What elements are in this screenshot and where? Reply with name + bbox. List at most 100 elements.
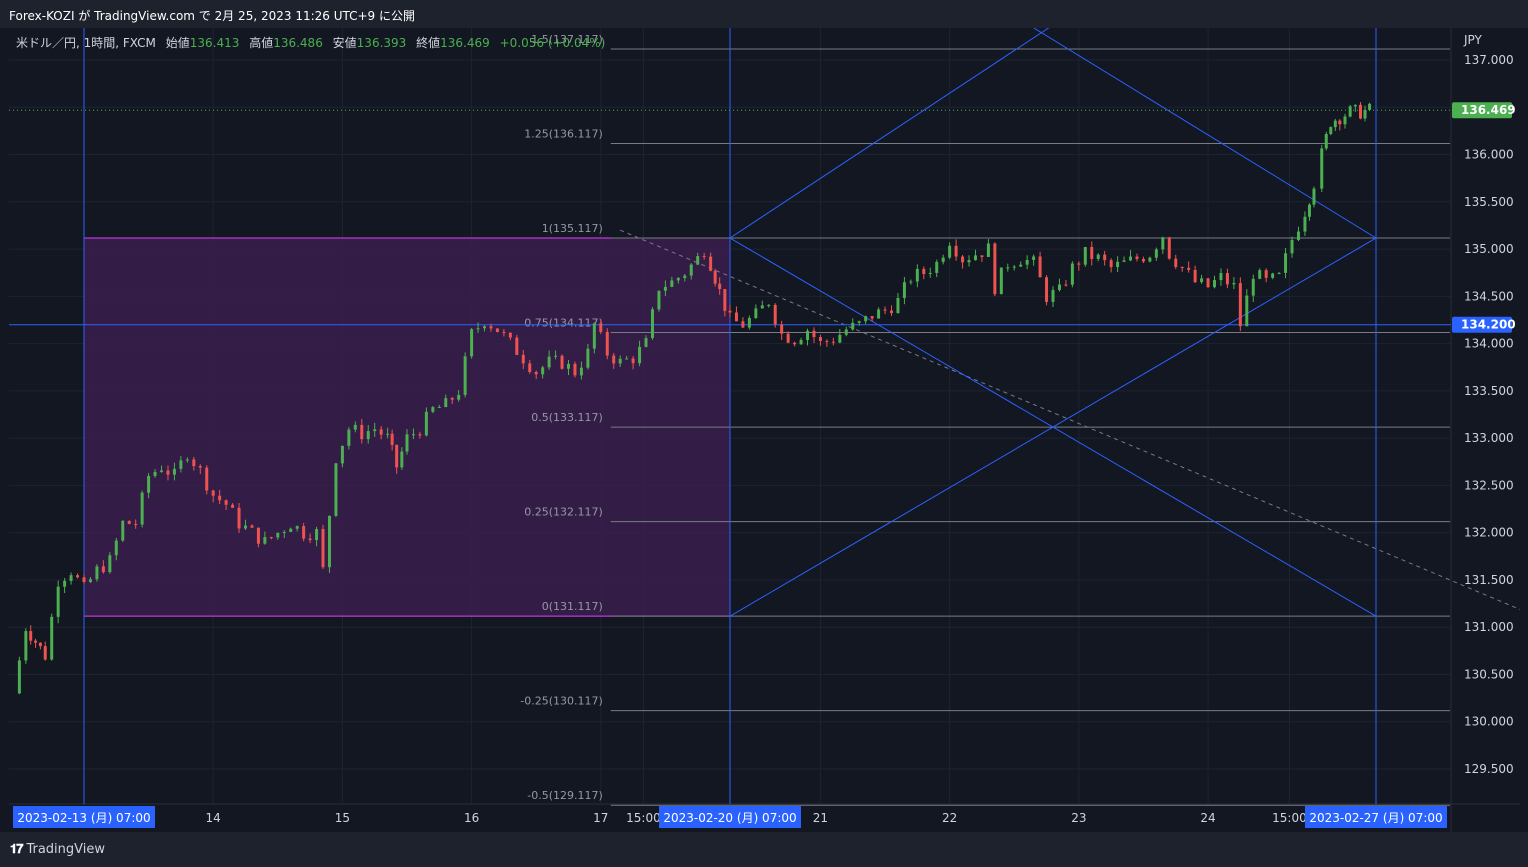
- fib-label: 1(135.117): [542, 222, 603, 235]
- candle-body: [851, 322, 855, 330]
- candle-body: [1103, 254, 1107, 261]
- candle-body: [185, 459, 189, 461]
- candle-body: [922, 268, 926, 274]
- candle-body: [334, 463, 338, 516]
- candle-body: [728, 310, 732, 313]
- publish-header: Forex-KOZI が TradingView.com で 2月 25, 20…: [0, 0, 1528, 28]
- candle-body: [1012, 266, 1016, 268]
- tradingview-logo[interactable]: 𝟏𝟕 TradingView: [10, 842, 105, 857]
- tradingview-logo-icon: 𝟏𝟕: [10, 842, 24, 857]
- time-label-text: 2023-02-20 (月) 07:00: [663, 811, 796, 825]
- candle-body: [625, 358, 629, 360]
- open-value: 136.413: [189, 36, 240, 50]
- candle-body: [1245, 295, 1249, 327]
- candle-body: [993, 243, 997, 295]
- candle-body: [605, 331, 609, 356]
- candle-body: [88, 579, 92, 583]
- candle-body: [224, 500, 228, 505]
- chart-area[interactable]: 1.5(137.117) 1.25(136.117) 1(135.117) 0.75(…: [9, 28, 1520, 832]
- candle-body: [205, 467, 209, 491]
- fib-label: 1.25(136.117): [524, 127, 603, 140]
- candle-body: [864, 316, 868, 322]
- price-tick-label: 134.000: [1464, 337, 1514, 351]
- candle-body: [50, 616, 54, 660]
- price-tick-label: 130.000: [1464, 715, 1514, 729]
- candle-body: [1025, 259, 1029, 265]
- price-chart[interactable]: 1.5(137.117)1.25(136.117)1(135.117)0.75(…: [9, 28, 1520, 832]
- candle-body: [1135, 256, 1139, 259]
- price-tick-label: 135.000: [1464, 242, 1514, 256]
- candle-body: [1167, 237, 1171, 259]
- candle-body: [825, 340, 829, 342]
- candle-body: [741, 321, 745, 328]
- candle-body: [1264, 270, 1268, 278]
- candle-body: [321, 529, 325, 568]
- candle-body: [34, 640, 38, 643]
- candle-body: [657, 290, 661, 310]
- candle-body: [986, 243, 990, 257]
- candle-body: [147, 476, 151, 493]
- candle-body: [444, 398, 448, 407]
- candle-body: [780, 324, 784, 334]
- candle-body: [508, 332, 512, 338]
- candle-body: [573, 363, 577, 376]
- candle-body: [450, 398, 454, 400]
- candle-body: [373, 429, 377, 432]
- candle-body: [1324, 134, 1328, 149]
- candle-body: [315, 529, 319, 541]
- candle-body: [909, 281, 913, 283]
- candle-body: [269, 537, 273, 539]
- candle-body: [521, 354, 525, 364]
- candle-body: [1090, 246, 1094, 259]
- candle-body: [166, 470, 170, 475]
- candle-body: [1141, 258, 1145, 262]
- candle-body: [1200, 278, 1204, 283]
- candle-body: [1032, 256, 1036, 260]
- candle-body: [1219, 273, 1223, 281]
- fib-label: 0.5(133.117): [531, 411, 603, 424]
- candle-body: [308, 538, 312, 541]
- candle-body: [857, 321, 861, 323]
- candle-body: [56, 586, 60, 617]
- candle-body: [424, 411, 428, 436]
- candle-body: [954, 245, 958, 257]
- low-label: 安値: [332, 36, 357, 50]
- price-label-text: 134.200: [1461, 318, 1516, 332]
- candle-body: [579, 367, 583, 376]
- fib-label: 0(131.117): [542, 600, 603, 613]
- candle-body: [470, 329, 474, 357]
- candle-body: [153, 471, 157, 477]
- candle-body: [702, 256, 706, 258]
- candle-body: [973, 255, 977, 261]
- candle-body: [683, 275, 687, 278]
- candle-body: [218, 495, 222, 501]
- candle-body: [101, 566, 105, 573]
- candle-body: [179, 460, 183, 469]
- candle-body: [515, 337, 519, 355]
- candle-body: [231, 504, 235, 508]
- time-tick-label: 22: [942, 811, 957, 825]
- candle-body: [1312, 188, 1316, 205]
- candle-body: [1213, 280, 1216, 288]
- candle-body: [689, 264, 693, 276]
- candle-body: [747, 317, 751, 328]
- candle-body: [1070, 263, 1074, 285]
- candle-body: [366, 431, 370, 440]
- ohlc-legend: 米ドル／円, 1時間, FXCM 始値136.413 高値136.486 安値1…: [16, 34, 605, 51]
- high-value: 136.486: [273, 36, 323, 50]
- candle-body: [276, 532, 280, 538]
- candle-body: [754, 308, 758, 318]
- candle-body: [502, 331, 506, 333]
- candle-body: [340, 445, 344, 464]
- close-value: 136.469: [440, 36, 490, 50]
- candle-body: [696, 256, 700, 265]
- candle-body: [1251, 278, 1255, 296]
- candle-body: [599, 323, 603, 332]
- candle-body: [1154, 249, 1158, 258]
- candle-body: [877, 309, 881, 319]
- candle-body: [38, 642, 42, 647]
- fib-label: -0.25(130.117): [520, 695, 603, 708]
- price-tick-label: 129.500: [1464, 762, 1514, 776]
- candle-body: [618, 358, 622, 364]
- candle-body: [489, 326, 493, 329]
